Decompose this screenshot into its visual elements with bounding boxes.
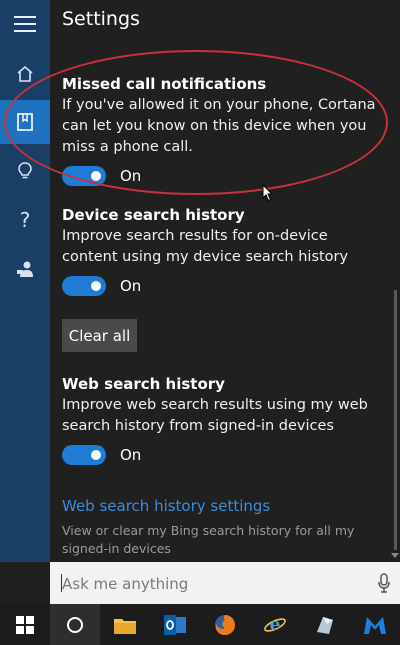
home-icon [17, 65, 33, 82]
device-search-toggle-label: On [120, 277, 142, 295]
bing-history-note: View or clear my Bing search history for… [62, 523, 355, 556]
malwarebytes-icon [364, 616, 386, 634]
missed-call-toggle-label: On [120, 167, 142, 185]
web-search-heading: Web search history [62, 375, 225, 393]
missed-call-section: Missed call notifications If you've allo… [62, 74, 384, 158]
device-search-toggle[interactable] [62, 276, 106, 296]
settings-content: Settings Missed call notifications If yo… [50, 0, 400, 562]
web-search-history-settings-link[interactable]: Web search history settings [62, 497, 270, 515]
missed-call-description: If you've allowed it on your phone, Cort… [62, 97, 376, 155]
device-search-section: Device search history Improve search res… [62, 205, 384, 268]
web-search-toggle-label: On [120, 446, 142, 464]
cortana-button[interactable] [50, 604, 100, 645]
malwarebytes-button[interactable] [350, 604, 400, 645]
crystal-app-icon [317, 616, 333, 634]
scrollbar-thumb[interactable] [394, 290, 397, 550]
lightbulb-icon [18, 162, 32, 179]
missed-call-heading: Missed call notifications [62, 75, 267, 93]
cortana-circle-icon [67, 616, 83, 633]
outlook-button[interactable] [150, 604, 200, 645]
web-search-toggle[interactable] [62, 445, 106, 465]
start-button[interactable] [0, 604, 50, 645]
app-button[interactable] [300, 604, 350, 645]
nav-rail: ? [0, 0, 50, 562]
file-explorer-button[interactable] [100, 604, 150, 645]
svg-text:e: e [270, 615, 281, 635]
nav-notebook[interactable] [0, 100, 50, 144]
device-search-heading: Device search history [62, 206, 245, 224]
notebook-icon [17, 113, 33, 131]
nav-reminders[interactable] [0, 149, 50, 193]
firefox-icon [215, 614, 235, 635]
firefox-button[interactable] [200, 604, 250, 645]
ie-icon: e [264, 615, 286, 635]
internet-explorer-button[interactable]: e [250, 604, 300, 645]
web-search-description: Improve web search results using my web … [62, 397, 368, 434]
web-search-section: Web search history Improve web search re… [62, 374, 384, 437]
hamburger-icon [14, 16, 36, 32]
nav-home[interactable] [0, 52, 50, 96]
folder-icon [114, 618, 136, 634]
feedback-icon [17, 261, 33, 277]
scroll-down-icon[interactable] [391, 553, 399, 558]
nav-help[interactable]: ? [0, 198, 50, 242]
page-title: Settings [62, 8, 140, 30]
taskbar: e [0, 604, 400, 645]
missed-call-toggle-row: On [62, 165, 141, 187]
search-bar [50, 562, 400, 604]
device-search-description: Improve search results for on-device con… [62, 228, 349, 265]
search-input[interactable] [60, 570, 364, 598]
cortana-panel: ? Settings Missed call notifications If … [0, 0, 400, 604]
device-search-toggle-row: On [62, 275, 141, 297]
windows-logo-icon [16, 615, 34, 634]
missed-call-toggle[interactable] [62, 166, 106, 186]
nav-feedback[interactable] [0, 247, 50, 291]
question-icon: ? [19, 208, 31, 232]
mouse-cursor-icon [262, 184, 274, 202]
text-caret [61, 574, 62, 592]
web-search-toggle-row: On [62, 444, 141, 466]
outlook-icon [164, 614, 186, 635]
clear-all-button[interactable]: Clear all [62, 319, 137, 352]
menu-button[interactable] [0, 2, 50, 46]
microphone-icon[interactable] [378, 573, 390, 593]
